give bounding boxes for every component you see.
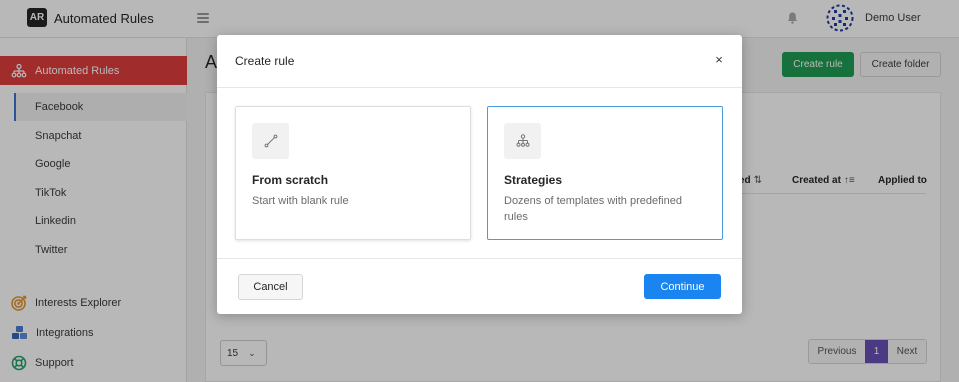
divider [217,258,742,259]
divider [217,87,742,88]
close-icon[interactable]: × [712,53,726,67]
line-icon [264,134,277,148]
option-strategies[interactable]: Strategies Dozens of templates with pred… [487,106,723,240]
cancel-button[interactable]: Cancel [238,274,303,300]
option-icon-box [504,123,541,159]
option-title: From scratch [252,173,329,187]
option-icon-box [252,123,289,159]
option-title: Strategies [504,173,563,187]
option-description: Start with blank rule [252,195,349,207]
create-rule-dialog: Create rule × From scratch Start with bl… [217,35,742,314]
dialog-title: Create rule [235,54,295,68]
hierarchy-icon [516,134,529,147]
option-from-scratch[interactable]: From scratch Start with blank rule [235,106,471,240]
option-description: Dozens of templates with predefined rule… [504,195,682,223]
continue-button[interactable]: Continue [644,274,721,299]
